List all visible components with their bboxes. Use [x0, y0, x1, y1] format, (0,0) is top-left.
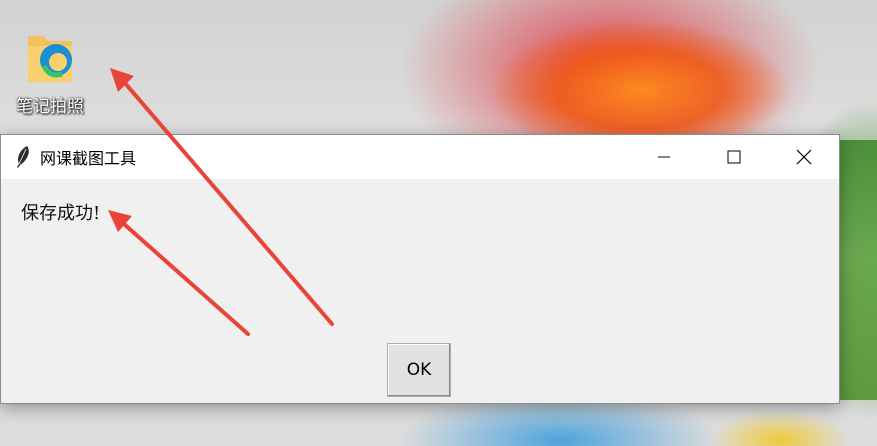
minimize-button[interactable]	[629, 135, 699, 179]
maximize-icon	[727, 150, 741, 164]
ok-button[interactable]: OK	[387, 343, 451, 397]
minimize-icon	[658, 156, 670, 158]
dialog-titlebar[interactable]: 网课截图工具	[1, 135, 839, 179]
folder-edge-icon	[28, 36, 72, 82]
window-controls	[629, 135, 839, 179]
wallpaper-trees	[840, 140, 877, 400]
message-dialog: 网课截图工具 保存成功! OK	[0, 134, 840, 404]
maximize-button[interactable]	[699, 135, 769, 179]
close-button[interactable]	[769, 135, 839, 179]
desktop-shortcut-label: 笔记拍照	[16, 97, 84, 117]
close-icon	[796, 149, 812, 165]
feather-icon	[17, 146, 29, 168]
dialog-title: 网课截图工具	[40, 149, 137, 168]
dialog-message: 保存成功!	[21, 203, 101, 224]
desktop-shortcut[interactable]: 笔记拍照	[8, 26, 92, 117]
